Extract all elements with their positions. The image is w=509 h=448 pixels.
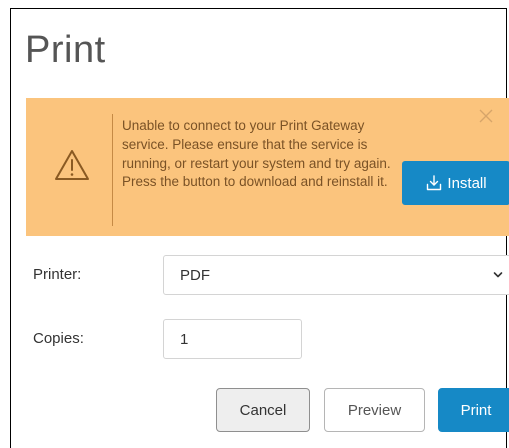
printer-label: Printer: xyxy=(33,266,82,283)
close-icon[interactable] xyxy=(479,109,493,123)
preview-button[interactable]: Preview xyxy=(324,388,425,432)
chevron-down-icon xyxy=(493,272,503,278)
gateway-warning-alert: Unable to connect to your Print Gateway … xyxy=(26,98,509,236)
download-icon xyxy=(427,175,442,191)
print-dialog: Print Unable to connect to your Print Ga… xyxy=(10,8,509,448)
copies-input[interactable] xyxy=(163,319,302,359)
dialog-title: Print xyxy=(25,29,106,71)
printer-select[interactable]: PDF xyxy=(163,255,509,295)
printer-select-value: PDF xyxy=(180,267,210,284)
warning-triangle-icon xyxy=(55,150,89,180)
install-button[interactable]: Install xyxy=(402,161,509,205)
alert-message: Unable to connect to your Print Gateway … xyxy=(122,118,391,190)
copies-label: Copies: xyxy=(33,330,84,347)
alert-divider xyxy=(112,114,113,226)
cancel-button[interactable]: Cancel xyxy=(216,388,310,432)
print-button[interactable]: Print xyxy=(438,388,509,432)
install-label: Install xyxy=(447,174,487,192)
